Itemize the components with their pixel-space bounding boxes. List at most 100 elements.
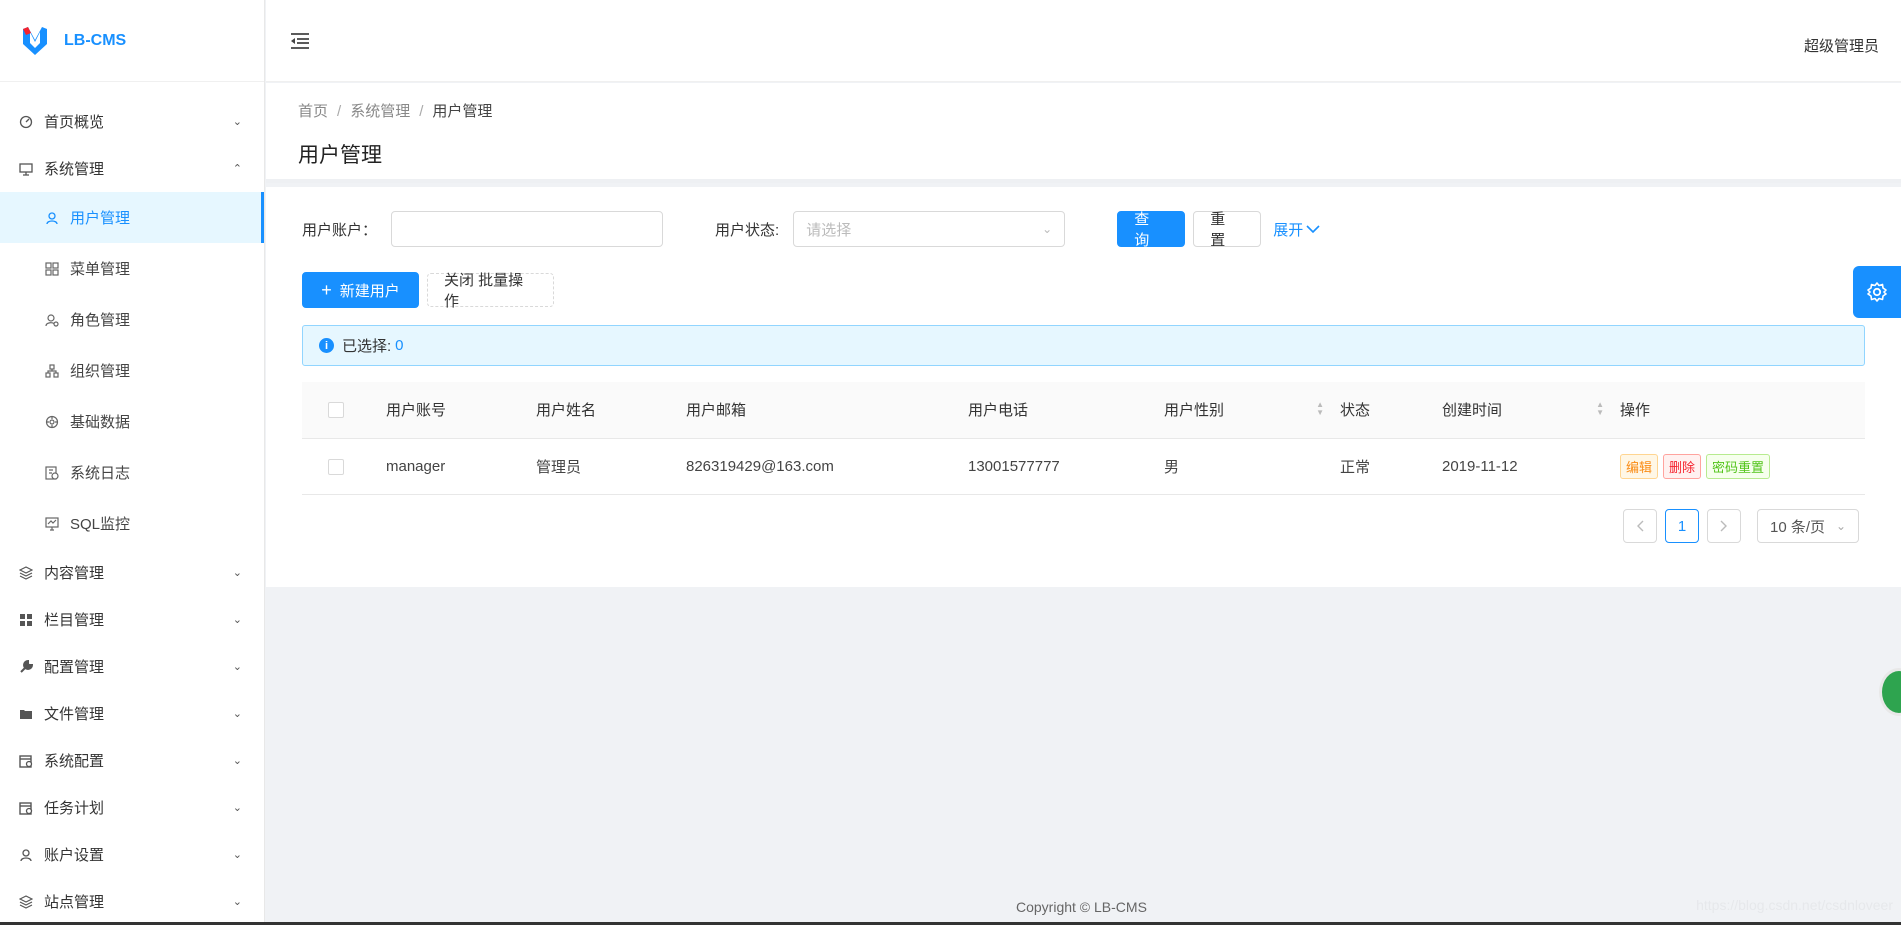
floating-widget[interactable] (1879, 668, 1901, 716)
sites-icon (18, 894, 34, 910)
expand-link[interactable]: 展开 (1273, 219, 1320, 240)
cell-actions: 编辑 删除 密码重置 (1620, 438, 1865, 495)
sidebar-item-account[interactable]: 账户设置 ⌄ (0, 831, 264, 878)
user-icon (44, 210, 60, 226)
role-icon (44, 312, 60, 328)
sidebar-item-sites[interactable]: 站点管理 ⌄ (0, 878, 264, 925)
user-menu[interactable]: 超级管理员 (1804, 35, 1879, 56)
sidebar-item-label: 文件管理 (44, 706, 105, 723)
column-header-created[interactable]: 创建时间 ▲ ▼ (1442, 382, 1620, 439)
new-user-label: 新建用户 (339, 282, 400, 300)
column-header-gender[interactable]: 用户性别 ▲ ▼ (1164, 382, 1340, 439)
sidebar-subitem-users[interactable]: 用户管理 (0, 192, 264, 243)
cell-account: manager (386, 438, 536, 495)
menu-fold-icon[interactable] (290, 32, 310, 50)
layers-icon (18, 565, 34, 581)
chevron-down-icon: ⌄ (1042, 222, 1053, 236)
user-icon (18, 847, 34, 863)
sidebar-item-columns[interactable]: 栏目管理 ⌄ (0, 596, 264, 643)
apps-icon (44, 261, 60, 277)
chevron-down-icon: ⌄ (232, 708, 242, 720)
sidebar-item-dashboard[interactable]: 首页概览 ⌄ (0, 98, 264, 145)
breadcrumb-home[interactable]: 首页 (298, 103, 328, 120)
chevron-down-icon: ⌄ (232, 116, 242, 128)
settings-button[interactable] (1853, 266, 1901, 318)
chevron-down-icon: ⌄ (232, 661, 242, 673)
prev-page-button[interactable] (1623, 509, 1657, 543)
sidebar-item-sysconfig[interactable]: 系统配置 ⌄ (0, 737, 264, 784)
sidebar-subitem-roles[interactable]: 角色管理 (0, 294, 264, 345)
sidebar-item-content[interactable]: 内容管理 ⌄ (0, 549, 264, 596)
query-button[interactable]: 查 询 (1117, 211, 1186, 249)
logo[interactable]: LB-CMS (0, 0, 264, 82)
batch-toggle-button[interactable]: 关闭 批量操作 (427, 272, 554, 310)
column-header-actions: 操作 (1620, 382, 1865, 439)
page-size-select[interactable]: 10 条/页 ⌄ (1757, 509, 1859, 543)
search-form: 用户账户： 用户状态: 请选择 ⌄ 查 询 重 置 展开 (302, 211, 1320, 249)
table-header-row: 用户账号 用户姓名 用户邮箱 用户电话 用户性别 ▲ ▼ 状态 创建时间 ▲ ▼ 操… (302, 382, 1865, 439)
column-header-status: 状态 (1340, 382, 1442, 439)
sidebar-item-system[interactable]: 系统管理 ⌃ (0, 145, 264, 192)
chevron-down-icon: ⌄ (232, 567, 242, 579)
sidebar-item-label: 账户设置 (44, 847, 105, 864)
page-title: 用户管理 (298, 144, 382, 167)
chevron-down-icon: ⌄ (232, 849, 242, 861)
sort-icon[interactable]: ▲ ▼ (1596, 401, 1604, 417)
cell-status: 正常 (1340, 438, 1442, 495)
wrench-icon (18, 659, 34, 675)
sidebar-item-tasks[interactable]: 任务计划 ⌄ (0, 784, 264, 831)
chevron-right-icon (1720, 520, 1727, 532)
reset-password-button[interactable]: 密码重置 (1706, 453, 1771, 479)
breadcrumb-system[interactable]: 系统管理 (350, 103, 410, 120)
sidebar-item-files[interactable]: 文件管理 ⌄ (0, 690, 264, 737)
sidebar-subitem-label: 组织管理 (70, 363, 131, 380)
user-table: 用户账号 用户姓名 用户邮箱 用户电话 用户性别 ▲ ▼ 状态 创建时间 ▲ ▼ 操… (302, 382, 1865, 495)
column-header-phone: 用户电话 (968, 382, 1164, 439)
monitor-icon (44, 516, 60, 532)
delete-button[interactable]: 删除 (1663, 453, 1702, 479)
sidebar-menu: 首页概览 ⌄ 系统管理 ⌃ 用户管理 菜单管理 角色管理 组织管理 基础数据 系… (0, 82, 264, 925)
log-icon (44, 465, 60, 481)
row-checkbox[interactable] (328, 458, 344, 475)
breadcrumb-separator: / (419, 103, 424, 120)
footer-copyright: Copyright © LB-CMS (1016, 899, 1147, 915)
status-label: 用户状态: (715, 221, 780, 239)
sidebar-item-label: 首页概览 (44, 114, 105, 131)
select-all-checkbox[interactable] (328, 402, 344, 419)
sidebar-subitem-label: 基础数据 (70, 414, 131, 431)
column-header-account: 用户账号 (386, 382, 536, 439)
column-header-label: 用户性别 (1164, 402, 1225, 420)
page-number-button[interactable]: 1 (1665, 509, 1699, 543)
new-user-button[interactable]: + 新建用户 (302, 272, 419, 308)
sort-icon[interactable]: ▲ ▼ (1316, 401, 1324, 417)
top-header: 超级管理员 (266, 0, 1901, 82)
column-header-name: 用户姓名 (536, 382, 686, 439)
reset-button[interactable]: 重 置 (1193, 211, 1262, 249)
sidebar-subitem-basedata[interactable]: 基础数据 (0, 396, 264, 447)
sidebar-item-label: 栏目管理 (44, 612, 105, 629)
sidebar-subitem-org[interactable]: 组织管理 (0, 345, 264, 396)
account-input[interactable] (391, 211, 664, 247)
sidebar-item-config[interactable]: 配置管理 ⌄ (0, 643, 264, 690)
edit-button[interactable]: 编辑 (1620, 453, 1659, 479)
selection-label: 已选择: (342, 338, 392, 355)
next-page-button[interactable] (1707, 509, 1741, 543)
grid-icon (18, 612, 34, 628)
content-card: 用户账户： 用户状态: 请选择 ⌄ 查 询 重 置 展开 + 新建用户 关闭 批… (266, 187, 1901, 587)
status-select-placeholder: 请选择 (806, 221, 852, 239)
status-select[interactable]: 请选择 ⌄ (793, 211, 1066, 247)
sidebar-item-label: 系统配置 (44, 753, 105, 770)
chevron-down-icon: ⌄ (232, 614, 242, 626)
calendar-icon (18, 753, 34, 769)
sidebar-item-label: 系统管理 (44, 161, 105, 178)
sidebar-subitem-logs[interactable]: 系统日志 (0, 447, 264, 498)
sidebar-subitem-sql[interactable]: SQL监控 (0, 498, 264, 549)
sidebar-subitem-menus[interactable]: 菜单管理 (0, 243, 264, 294)
page-header: 首页 / 系统管理 / 用户管理 用户管理 (266, 83, 1901, 183)
chevron-down-icon: ⌄ (1835, 519, 1846, 533)
column-header-label: 创建时间 (1442, 402, 1503, 420)
chevron-up-icon: ⌃ (232, 163, 242, 175)
sidebar: LB-CMS 首页概览 ⌄ 系统管理 ⌃ 用户管理 菜单管理 角色管理 组织管理… (0, 0, 265, 925)
cell-email: 826319429@163.com (686, 438, 968, 495)
table-toolbar: + 新建用户 关闭 批量操作 (302, 272, 554, 310)
